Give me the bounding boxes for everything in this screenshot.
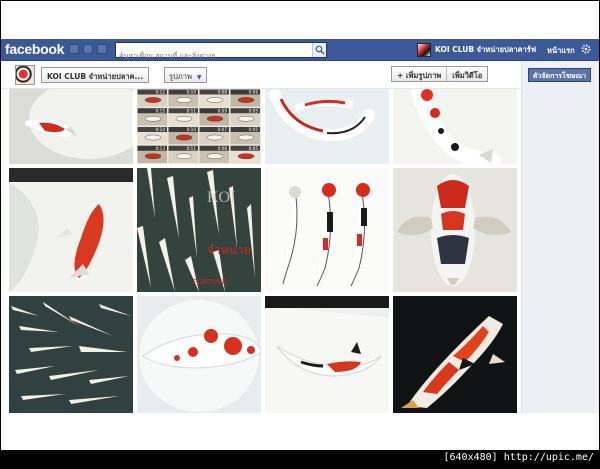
video-duration: 0:13: [156, 146, 166, 151]
video-thumb[interactable]: 0:05: [230, 145, 261, 163]
video-duration: 0:11: [187, 146, 197, 151]
page-name-label: KOI CLUB จำหน่ายปลาค...: [47, 72, 144, 81]
video-thumb[interactable]: 0:08: [199, 145, 230, 163]
video-duration: 0:10: [187, 90, 197, 95]
video-duration: 0:09: [218, 108, 228, 113]
video-duration: 0:05: [249, 108, 259, 113]
profile-link[interactable]: KOI CLUB จำหน่ายปลาคาร์ฟ: [417, 43, 536, 57]
video-duration: 0:06: [249, 90, 259, 95]
video-duration: 0:05: [249, 127, 259, 132]
photo-tile[interactable]: [137, 296, 261, 413]
video-thumb[interactable]: 0:07: [199, 127, 230, 145]
thai-watermark: จำหน่าย: [207, 243, 251, 257]
video-thumb[interactable]: 0:11: [168, 108, 199, 126]
notifications-icon[interactable]: [97, 44, 107, 54]
messages-icon[interactable]: [83, 44, 93, 54]
page-name-dropdown[interactable]: KOI CLUB จำหน่ายปลาค...: [41, 67, 150, 83]
video-duration: 0:07: [218, 127, 228, 132]
facebook-logo[interactable]: facebook: [5, 41, 64, 57]
video-thumbnail-grid[interactable]: 0:12 0:10 0:08 0:06 0:15 0:11 0:09 0:05 0:14 0:10…: [137, 89, 261, 164]
video-thumb[interactable]: 0:12: [137, 89, 168, 107]
gear-icon[interactable]: [580, 43, 592, 55]
photo-tile[interactable]: [9, 168, 133, 292]
home-link[interactable]: หน้าแรก: [547, 45, 575, 57]
video-thumb[interactable]: 0:08: [199, 89, 230, 107]
video-duration: 0:12: [156, 90, 166, 95]
profile-name: KOI CLUB จำหน่ายปลาคาร์ฟ: [435, 45, 537, 54]
bottom-blank-area: [1, 413, 599, 450]
koi-watermark: KOI: [207, 189, 235, 206]
photo-grid: 0:12 0:10 0:08 0:06 0:15 0:11 0:09 0:05 0:14 0:10…: [9, 89, 517, 413]
video-thumb[interactable]: 0:11: [168, 145, 199, 163]
page-header: KOI CLUB จำหน่ายปลาค... รูปภาพ ▼ + เพิ่มร…: [1, 61, 521, 89]
photo-tile[interactable]: KOI จำหน่าย FORTUNE: [137, 168, 261, 292]
chevron-down-icon: ▼: [196, 74, 202, 81]
photo-tile[interactable]: [265, 168, 389, 292]
video-duration: 0:08: [218, 146, 228, 151]
browser-canvas: facebook KOI CLUB จำหน่ายปลาคาร์ฟ หน้าแร…: [1, 1, 599, 450]
avatar: [417, 43, 431, 57]
video-duration: 0:10: [187, 127, 197, 132]
video-thumb[interactable]: 0:10: [168, 89, 199, 107]
video-thumbnails: 0:12 0:10 0:08 0:06 0:15 0:11 0:09 0:05 0:14 0:10…: [137, 89, 261, 163]
video-thumb[interactable]: 0:13: [137, 145, 168, 163]
add-video-button[interactable]: เพิ่มวิดีโอ: [446, 67, 487, 81]
facebook-top-bar: facebook KOI CLUB จำหน่ายปลาคาร์ฟ หน้าแร…: [1, 39, 599, 63]
video-duration: 0:11: [187, 108, 197, 113]
photo-tile[interactable]: [9, 296, 133, 413]
video-thumb[interactable]: 0:05: [230, 127, 261, 145]
video-thumb[interactable]: 0:15: [137, 108, 168, 126]
photo-tile[interactable]: [9, 89, 133, 164]
search-box: [115, 42, 327, 63]
video-thumb[interactable]: 0:14: [137, 127, 168, 145]
photo-tile[interactable]: [393, 89, 517, 164]
photo-tile[interactable]: [265, 89, 389, 164]
fortune-watermark: FORTUNE: [193, 279, 227, 286]
video-duration: 0:05: [249, 146, 259, 151]
media-button-group: + เพิ่มรูปภาพ เพิ่มวิดีโอ: [391, 66, 489, 82]
photo-tile[interactable]: [393, 296, 517, 413]
photos-dropdown-label: รูปภาพ: [169, 72, 192, 81]
photo-tile[interactable]: [393, 168, 517, 292]
image-host-caption: [640x480] http://upic.me/: [443, 452, 594, 463]
video-thumb[interactable]: 0:09: [199, 108, 230, 126]
screenshot-frame: facebook KOI CLUB จำหน่ายปลาคาร์ฟ หน้าแร…: [0, 0, 600, 469]
video-thumb[interactable]: 0:05: [230, 108, 261, 126]
video-duration: 0:08: [218, 90, 228, 95]
friend-requests-icon[interactable]: [69, 44, 79, 54]
search-icon[interactable]: [312, 43, 326, 57]
photo-tile[interactable]: [265, 296, 389, 413]
video-thumb[interactable]: 0:10: [168, 127, 199, 145]
ads-manager-button[interactable]: ตัวจัดการโฆษณา: [528, 68, 592, 82]
video-thumb[interactable]: 0:06: [230, 89, 261, 107]
add-photos-button[interactable]: + เพิ่มรูปภาพ: [392, 67, 446, 81]
page-thumbnail[interactable]: [15, 65, 35, 85]
video-duration: 0:15: [156, 108, 166, 113]
photos-dropdown[interactable]: รูปภาพ ▼: [164, 67, 207, 83]
video-duration: 0:14: [156, 127, 166, 132]
right-sidebar: ตัวจัดการโฆษณา: [521, 61, 599, 413]
